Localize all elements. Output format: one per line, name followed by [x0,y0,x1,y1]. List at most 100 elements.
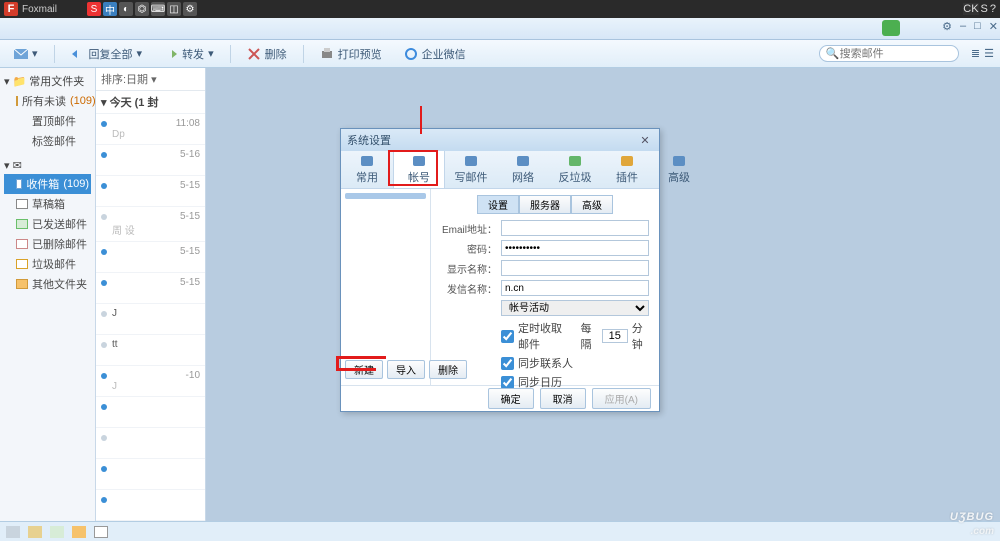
app-titlebar: ⚙ – □ ✕ [0,18,1000,40]
mail-row[interactable]: tt [96,335,205,366]
import-account-button[interactable]: 导入 [387,360,425,379]
mail-row-time: 5-15 [180,246,200,257]
sort-header[interactable]: 排序:日期 ▾ [96,68,205,91]
mail-row-text: 周 设 [112,211,176,237]
segment-1[interactable]: 服务器 [519,195,571,214]
dialog-close-button[interactable]: ✕ [637,133,653,147]
mail-row[interactable] [96,397,205,428]
qywx-button[interactable]: 企业微信 [396,44,474,64]
mail-row[interactable]: 5-15 [96,176,205,207]
email-input[interactable] [501,220,649,236]
dialog-tab-user[interactable]: 帐号 [393,151,445,188]
sidebar-item[interactable]: 置顶邮件 [4,111,91,131]
dialog-tab-plugin[interactable]: 插件 [601,151,653,188]
sidebar-item[interactable]: 收件箱 (109) [4,174,91,194]
status-note-icon[interactable] [72,526,86,538]
search-icon: 🔍 [826,47,840,60]
delete-button[interactable]: 删除 [239,44,295,64]
mail-row[interactable]: 5-15 [96,273,205,304]
dialog-tab-shield[interactable]: 反垃圾 [549,151,601,188]
status-calendar-icon[interactable] [50,526,64,538]
timer-minutes-input[interactable] [602,329,628,343]
mail-row-time: -10 [186,370,200,381]
timer-every-label: 每隔 [581,320,598,352]
mail-row-text: tt [112,339,196,361]
watermark-text: UƷBUG [950,511,994,523]
send-name-input[interactable] [501,280,649,296]
dialog-tab-globe[interactable]: 网络 [497,151,549,188]
mail-row[interactable] [96,428,205,459]
view-list-icon[interactable]: ≣ [971,47,980,60]
ime-pad-icon[interactable]: ◫ [167,2,181,16]
mail-row[interactable]: Dp11:08 [96,114,205,145]
dialog-tab-gear[interactable]: 高级 [653,151,705,188]
search-input[interactable] [840,48,940,60]
sync-contacts-label: 同步联系人 [518,355,573,371]
close-button[interactable]: ✕ [989,20,998,33]
unread-dot-icon [101,214,107,220]
sidebar-item[interactable]: 垃圾邮件 [4,254,91,274]
sidebar-group-common[interactable]: ▾ 📁 常用文件夹 [4,71,91,91]
sidebar-item[interactable]: 已发送邮件 [4,214,91,234]
mail-row[interactable]: 5-16 [96,145,205,176]
view-column-icon[interactable]: ☰ [984,47,994,60]
timer-fetch-checkbox[interactable] [501,330,514,343]
forward-button[interactable]: 转发▾ [156,44,222,64]
reply-all-button[interactable]: 回复全部▾ [63,44,151,64]
compose-button[interactable]: ▾ [6,45,46,63]
apply-button[interactable]: 应用(A) [592,388,651,409]
sync-calendar-checkbox[interactable] [501,376,514,389]
sidebar-item[interactable]: 标签邮件 [4,131,91,151]
window-controls: ⚙ – □ ✕ [942,20,998,33]
ime-zh-icon[interactable]: 中 [103,2,117,16]
list-icon [359,154,375,168]
ok-button[interactable]: 确定 [488,388,534,409]
ime-half-icon[interactable]: ◐ [119,2,133,16]
minimize-button[interactable]: – [960,20,966,33]
mail-row[interactable]: 5-15 [96,242,205,273]
sync-contacts-checkbox[interactable] [501,357,514,370]
segment-2[interactable]: 高级 [571,195,613,214]
password-input[interactable] [501,240,649,256]
status-rss-icon[interactable] [94,526,108,538]
settings-gear-icon[interactable]: ⚙ [942,20,952,33]
delete-account-button[interactable]: 删除 [429,360,467,379]
mail-row[interactable]: J-10 [96,366,205,397]
mail-row[interactable]: J [96,304,205,335]
segment-0[interactable]: 设置 [477,195,519,214]
sidebar-item[interactable]: 已删除邮件 [4,234,91,254]
display-name-input[interactable] [501,260,649,276]
ime-help-icon[interactable]: ? [990,3,996,15]
status-contact-icon[interactable] [28,526,42,538]
dialog-tab-label: 网络 [512,169,534,185]
status-mail-icon[interactable] [6,526,20,538]
ime-punct-icon[interactable]: ⏣ [135,2,149,16]
account-status-select[interactable]: 帐号活动 [501,300,649,316]
sidebar-item-label: 收件箱 [26,176,59,192]
dialog-titlebar[interactable]: 系统设置 ✕ [341,129,659,151]
dialog-tab-label: 写邮件 [455,169,488,185]
sidebar-item-label: 已删除邮件 [32,236,87,252]
dialog-tab-list[interactable]: 常用 [341,151,393,188]
sidebar-item-label: 所有未读 [22,93,66,109]
mail-row[interactable]: 周 设5-15 [96,207,205,242]
sidebar-item[interactable]: 草稿箱 [4,194,91,214]
ime-softkb-icon[interactable]: ⌨ [151,2,165,16]
cancel-button[interactable]: 取消 [540,388,586,409]
account-item[interactable] [345,193,426,199]
mail-row-text [112,180,176,202]
day-group-today[interactable]: ▾ 今天 (1 封 [96,91,205,114]
print-preview-button[interactable]: 打印预览 [312,44,390,64]
ime-s-icon[interactable]: S [87,2,101,16]
dialog-tab-pencil[interactable]: 写邮件 [445,151,497,188]
ime-settings-icon[interactable]: ⚙ [183,2,197,16]
mail-row[interactable] [96,490,205,521]
maximize-button[interactable]: □ [974,20,981,33]
sidebar-account-header[interactable]: ▾ ✉ [4,157,91,174]
sidebar-item[interactable]: 所有未读 (109) [4,91,91,111]
notification-badge[interactable] [882,20,900,36]
ime-s2-icon[interactable]: S [981,3,988,15]
mail-row[interactable] [96,459,205,490]
search-box[interactable]: 🔍 [819,45,959,62]
sidebar-item[interactable]: 其他文件夹 [4,274,91,294]
